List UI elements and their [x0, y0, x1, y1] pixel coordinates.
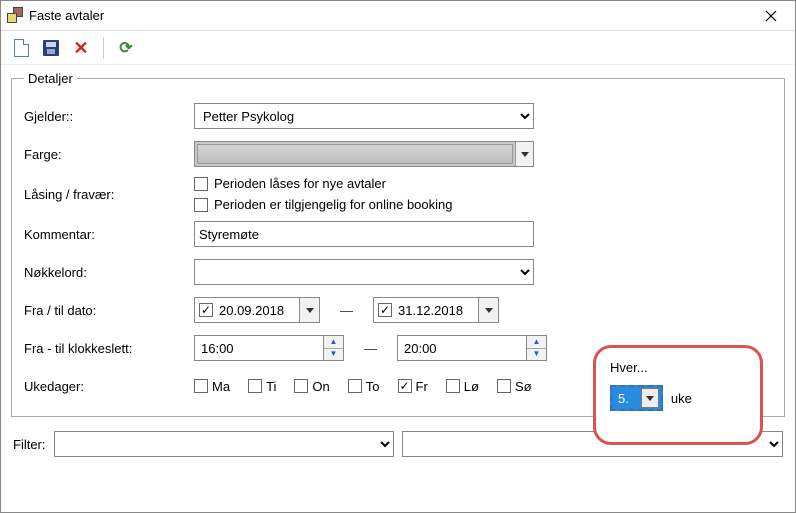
fra-til-dato-label: Fra / til dato: — [24, 303, 194, 318]
online-booking-checkbox[interactable] — [194, 198, 208, 212]
hver-arrow[interactable] — [641, 388, 659, 408]
farge-dropdown-arrow[interactable] — [515, 142, 533, 166]
gjelder-select[interactable]: Petter Psykolog — [194, 103, 534, 129]
til-dato-arrow[interactable] — [478, 298, 498, 322]
fra-tid-field[interactable]: 16:00 ▲ ▼ — [194, 335, 344, 361]
hver-panel: Hver... 5. uke — [593, 345, 763, 445]
filter-label: Filter: — [13, 437, 46, 452]
new-icon — [14, 39, 29, 57]
day-to-label: To — [366, 379, 380, 394]
farge-picker[interactable] — [194, 141, 534, 167]
kommentar-input[interactable] — [194, 221, 534, 247]
window: Faste avtaler ✕ ⟳ Detaljer Gjelder:: Pet… — [0, 0, 796, 513]
ukedager-label: Ukedager: — [24, 379, 194, 394]
day-fr-checkbox[interactable] — [398, 379, 412, 393]
til-tid-field[interactable]: 20:00 ▲ ▼ — [397, 335, 547, 361]
titlebar: Faste avtaler — [1, 1, 795, 31]
delete-icon: ✕ — [73, 39, 88, 57]
laasing-label: Låsing / fravær: — [24, 187, 194, 202]
fra-tid-up[interactable]: ▲ — [324, 336, 343, 349]
fra-dato-field[interactable]: 20.09.2018 — [194, 297, 320, 323]
app-icon — [7, 7, 25, 25]
til-dato-field[interactable]: 31.12.2018 — [373, 297, 499, 323]
fra-tid-value: 16:00 — [195, 341, 323, 356]
hver-value-field[interactable]: 5. — [610, 385, 663, 411]
day-so-checkbox[interactable] — [497, 379, 511, 393]
fra-tid-spinner[interactable]: ▲ ▼ — [323, 336, 343, 360]
til-dato-value: 31.12.2018 — [396, 303, 478, 318]
new-button[interactable] — [9, 36, 33, 60]
toolbar: ✕ ⟳ — [1, 31, 795, 65]
day-ma-checkbox[interactable] — [194, 379, 208, 393]
til-tid-value: 20:00 — [398, 341, 526, 356]
window-title: Faste avtaler — [25, 8, 751, 23]
refresh-icon: ⟳ — [119, 38, 132, 58]
day-ti-label: Ti — [266, 379, 276, 394]
day-lo-checkbox[interactable] — [446, 379, 460, 393]
nokkelord-label: Nøkkelord: — [24, 265, 194, 280]
weekday-row: Ma Ti On To Fr Lø Sø — [194, 379, 532, 394]
fra-dato-arrow[interactable] — [299, 298, 319, 322]
time-dash: — — [356, 341, 385, 356]
toolbar-separator — [103, 37, 104, 59]
fra-tid-down[interactable]: ▼ — [324, 349, 343, 361]
hver-unit: uke — [671, 391, 692, 406]
lock-period-label: Perioden låses for nye avtaler — [214, 176, 386, 191]
nokkelord-select[interactable] — [194, 259, 534, 285]
lock-period-checkbox[interactable] — [194, 177, 208, 191]
gjelder-label: Gjelder:: — [24, 109, 194, 124]
hver-label: Hver... — [610, 360, 746, 375]
fra-til-klokke-label: Fra - til klokkeslett: — [24, 341, 194, 356]
til-dato-checkbox[interactable] — [378, 303, 392, 317]
close-button[interactable] — [751, 1, 791, 30]
til-tid-down[interactable]: ▼ — [527, 349, 546, 361]
details-legend: Detaljer — [24, 71, 77, 86]
fra-dato-checkbox[interactable] — [199, 303, 213, 317]
day-so-label: Sø — [515, 379, 532, 394]
til-tid-spinner[interactable]: ▲ ▼ — [526, 336, 546, 360]
body: Detaljer Gjelder:: Petter Psykolog Farge… — [1, 65, 795, 512]
online-booking-label: Perioden er tilgjengelig for online book… — [214, 197, 453, 212]
day-fr-label: Fr — [416, 379, 428, 394]
refresh-button[interactable]: ⟳ — [114, 36, 138, 60]
farge-label: Farge: — [24, 147, 194, 162]
filter-select-1[interactable] — [54, 431, 394, 457]
fra-dato-value: 20.09.2018 — [217, 303, 299, 318]
day-on-checkbox[interactable] — [294, 379, 308, 393]
day-on-label: On — [312, 379, 329, 394]
hver-value: 5. — [614, 391, 641, 406]
save-button[interactable] — [39, 36, 63, 60]
day-ma-label: Ma — [212, 379, 230, 394]
delete-button[interactable]: ✕ — [69, 36, 93, 60]
day-lo-label: Lø — [464, 379, 479, 394]
farge-swatch — [197, 144, 513, 164]
kommentar-label: Kommentar: — [24, 227, 194, 242]
day-to-checkbox[interactable] — [348, 379, 362, 393]
date-dash: — — [332, 303, 361, 318]
day-ti-checkbox[interactable] — [248, 379, 262, 393]
save-icon — [43, 40, 59, 56]
til-tid-up[interactable]: ▲ — [527, 336, 546, 349]
